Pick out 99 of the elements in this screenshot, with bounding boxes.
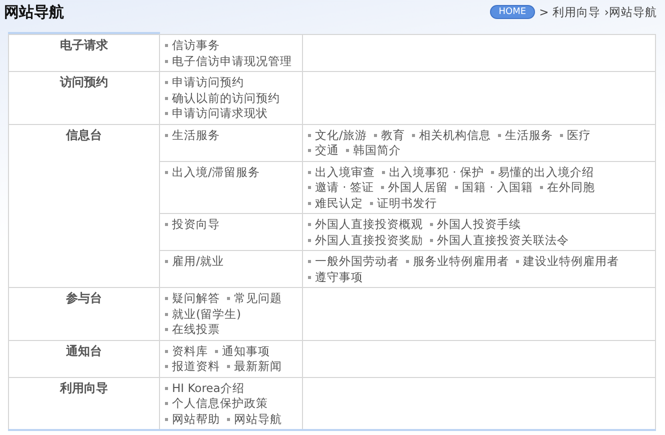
bullet-icon <box>308 276 311 279</box>
section-heading: 利用向导 <box>60 380 108 394</box>
bullet-icon <box>215 350 218 353</box>
nav-link[interactable]: 外国人直接投资概观 <box>315 217 423 231</box>
bullet-icon <box>308 186 311 190</box>
bullet-icon <box>165 350 168 353</box>
nav-link[interactable]: 在外同胞 <box>546 180 595 194</box>
nav-link[interactable]: 通知事项 <box>222 344 270 358</box>
breadcrumb-link[interactable]: > 利用向导 <box>539 4 600 20</box>
bullet-icon <box>165 386 168 390</box>
nav-link[interactable]: 生活服务 <box>172 128 220 142</box>
bullet-icon <box>406 260 409 264</box>
bullet-icon <box>540 186 543 190</box>
bullet-icon <box>165 260 168 264</box>
nav-link[interactable]: 申请访问请求现状 <box>172 106 268 120</box>
section-heading: 通知台 <box>66 344 102 358</box>
nav-link[interactable]: 信访事务 <box>172 38 220 52</box>
nav-link[interactable]: 报道资料 <box>172 359 220 373</box>
bullet-icon <box>308 149 311 152</box>
bullet-icon <box>516 260 519 264</box>
nav-link[interactable]: 出入境/滞留服务 <box>172 164 260 178</box>
nav-link[interactable]: 外国人直接投资奖励 <box>315 232 423 246</box>
bullet-icon <box>227 418 230 421</box>
section-heading: 电子请求 <box>60 38 108 52</box>
section-heading: 信息台 <box>66 128 102 142</box>
bullet-icon <box>430 238 433 242</box>
bullet-icon <box>308 223 311 226</box>
nav-link[interactable]: 邀请 · 签证 <box>315 180 374 194</box>
bullet-icon <box>454 186 458 190</box>
nav-link[interactable]: 出入境审查 <box>315 164 375 178</box>
section-heading: 访问预约 <box>60 75 108 89</box>
nav-link[interactable]: 确认以前的访问预约 <box>172 90 280 104</box>
bullet-icon <box>560 134 563 137</box>
bullet-icon <box>370 202 373 205</box>
bullet-icon <box>165 44 168 48</box>
nav-link[interactable]: 电子信访申请现况管理 <box>172 54 292 68</box>
nav-link[interactable]: 个人信息保护政策 <box>172 396 268 410</box>
bullet-icon <box>346 149 349 152</box>
bullet-icon <box>165 170 168 174</box>
nav-link[interactable]: 申请访问预约 <box>172 75 244 89</box>
bullet-icon <box>165 418 168 421</box>
bullet-icon <box>165 402 168 406</box>
bullet-icon <box>165 60 168 63</box>
nav-link[interactable]: 建设业特例雇用者 <box>523 254 619 268</box>
breadcrumb-link[interactable]: ›网站导航 <box>604 4 657 20</box>
bullet-icon <box>308 202 311 205</box>
bullet-icon <box>165 96 168 100</box>
nav-link[interactable]: 在线投票 <box>172 322 220 336</box>
nav-link[interactable]: 国籍 · 入国籍 <box>462 180 533 194</box>
bullet-icon <box>412 134 415 137</box>
nav-link[interactable]: 韩国简介 <box>353 143 401 157</box>
nav-link[interactable]: 文化/旅游 <box>315 128 367 142</box>
nav-link[interactable]: 最新新闻 <box>234 359 282 373</box>
bullet-icon <box>490 170 494 174</box>
bullet-icon <box>165 134 168 137</box>
bullet-icon <box>165 112 168 116</box>
bullet-icon <box>430 223 433 226</box>
section-heading: 参与台 <box>66 291 102 305</box>
nav-link[interactable]: HI Korea介绍 <box>172 380 244 394</box>
bullet-icon <box>308 134 311 137</box>
bullet-icon <box>165 328 168 332</box>
nav-link[interactable]: 疑问解答 <box>172 291 220 305</box>
page-title: 网站导航 <box>4 2 64 22</box>
bullet-icon <box>380 186 384 190</box>
nav-link[interactable]: 生活服务 <box>504 128 553 142</box>
nav-link[interactable]: 雇用/就业 <box>172 254 224 268</box>
nav-link[interactable]: 网站帮助 <box>172 412 220 426</box>
bullet-icon <box>165 223 168 226</box>
bullet-icon <box>308 238 311 242</box>
nav-link[interactable]: 证明书发行 <box>377 196 437 210</box>
nav-link[interactable]: 外国人投资手续 <box>437 217 521 231</box>
bullet-icon <box>374 134 377 137</box>
nav-link[interactable]: 易懂的出入境介绍 <box>498 164 594 178</box>
bullet-icon <box>165 312 168 316</box>
bullet-icon <box>165 297 168 300</box>
nav-link[interactable]: 出入境事犯 · 保护 <box>389 164 484 178</box>
nav-link[interactable]: 就业(留学生) <box>172 306 241 320</box>
bullet-icon <box>165 365 168 368</box>
bullet-icon <box>308 260 311 264</box>
nav-link[interactable]: 网站导航 <box>234 412 282 426</box>
nav-link[interactable]: 外国人居留 <box>388 180 448 194</box>
nav-link[interactable]: 相关机构信息 <box>418 128 491 142</box>
bullet-icon <box>308 170 311 174</box>
bullet-icon <box>165 81 168 84</box>
nav-link[interactable]: 外国人直接投资关联法令 <box>437 232 569 246</box>
bullet-icon <box>498 134 501 137</box>
nav-link[interactable]: 难民认定 <box>315 196 363 210</box>
nav-link[interactable]: 常见问题 <box>234 291 282 305</box>
nav-link[interactable]: 服务业特例雇用者 <box>413 254 509 268</box>
nav-link[interactable]: 教育 <box>380 128 405 142</box>
nav-link[interactable]: 医疗 <box>566 128 591 142</box>
nav-link[interactable]: 遵守事项 <box>315 270 363 284</box>
nav-link[interactable]: 一般外国劳动者 <box>315 254 399 268</box>
nav-link[interactable]: 投资向导 <box>172 217 220 231</box>
bullet-icon <box>382 170 385 174</box>
nav-link[interactable]: 资料库 <box>172 344 208 358</box>
bullet-icon <box>227 297 230 300</box>
nav-link[interactable]: 交通 <box>315 143 339 157</box>
bullet-icon <box>227 365 230 368</box>
